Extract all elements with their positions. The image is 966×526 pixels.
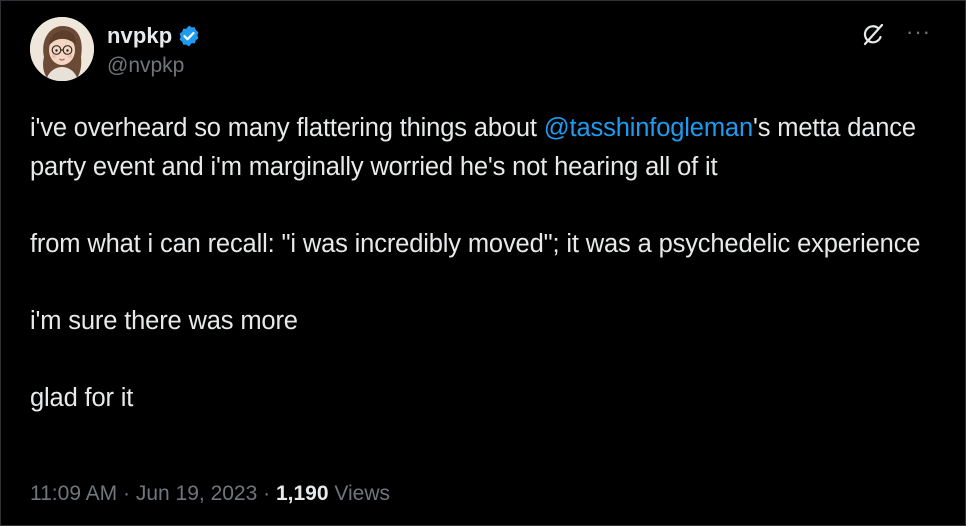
tweet-paragraph-1: i've overheard so many flattering things…	[30, 109, 945, 186]
tweet-card: nvpkp @nvpkp ··· i've overheard so many …	[0, 0, 966, 526]
name-row: nvpkp	[107, 21, 201, 51]
timestamp-date[interactable]: Jun 19, 2023	[136, 482, 257, 505]
tweet-paragraph-3: i'm sure there was more	[30, 306, 298, 335]
tweet-meta: 11:09 AM · Jun 19, 2023 · 1,190 Views	[30, 482, 390, 506]
text-segment: i've overheard so many flattering things…	[30, 114, 544, 142]
author-block: nvpkp @nvpkp	[107, 21, 201, 78]
more-icon[interactable]: ···	[906, 21, 931, 43]
tweet-text: i've overheard so many flattering things…	[30, 109, 945, 417]
views-label: Views	[328, 482, 390, 505]
avatar-illustration	[30, 17, 94, 81]
separator: ·	[257, 482, 276, 505]
timestamp-time[interactable]: 11:09 AM	[30, 482, 117, 505]
views-count[interactable]: 1,190	[276, 482, 329, 505]
tweet-paragraph-2: from what i can recall: "i was incredibl…	[30, 229, 921, 258]
grok-icon[interactable]	[860, 22, 886, 48]
separator: ·	[117, 482, 136, 505]
verified-badge-icon[interactable]	[177, 24, 201, 48]
tweet-paragraph-4: glad for it	[30, 383, 134, 412]
mention-link[interactable]: @tasshinfogleman	[544, 114, 753, 142]
handle[interactable]: @nvpkp	[107, 54, 201, 78]
display-name[interactable]: nvpkp	[107, 23, 172, 49]
avatar[interactable]	[30, 17, 94, 81]
top-actions: ···	[860, 21, 931, 48]
